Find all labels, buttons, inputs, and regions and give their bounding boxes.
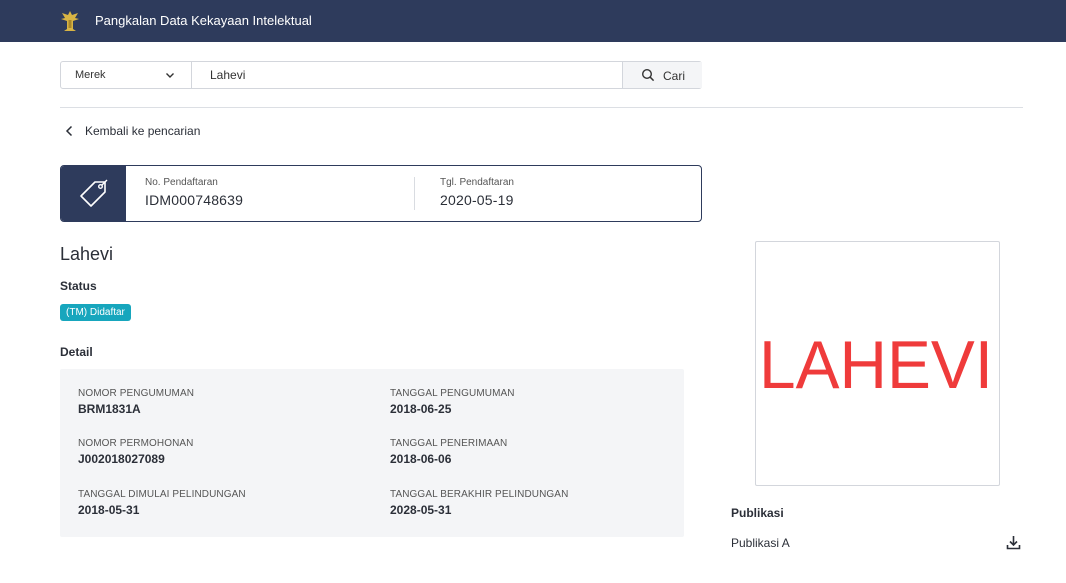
search-type-value: Merek [75,69,106,81]
trademark-logo: LAHEVI [759,327,993,403]
detail-key: TANGGAL DIMULAI PELINDUNGAN [78,489,246,500]
chevron-left-icon [65,125,73,137]
detail-item: TANGGAL DIMULAI PELINDUNGAN 2018-05-31 [78,489,246,517]
publication-label: Publikasi [731,506,784,520]
mark-name: Lahevi [60,244,114,264]
detail-panel: NOMOR PENGUMUMAN BRM1831A TANGGAL PENGUM… [60,369,684,537]
field-separator [414,177,415,210]
detail-item: TANGGAL BERAKHIR PELINDUNGAN 2028-05-31 [390,489,568,517]
status-badge: (TM) Didaftar [60,304,131,321]
detail-key: TANGGAL BERAKHIR PELINDUNGAN [390,489,569,500]
garuda-emblem-icon[interactable] [60,10,80,32]
registration-number-field: No. Pendaftaran IDM000748639 [145,177,243,208]
detail-value: J002018027089 [78,452,165,466]
detail-value: BRM1831A [78,402,141,416]
search-button[interactable]: Cari [622,62,702,88]
tag-icon-box [61,166,126,221]
detail-value: 2018-05-31 [78,503,140,517]
trademark-image[interactable]: LAHEVI [755,241,1000,486]
search-button-label: Cari [663,69,686,83]
registration-number-value: IDM000748639 [145,192,244,208]
registration-date-label: Tgl. Pendaftaran [440,177,514,188]
search-icon [641,68,655,82]
divider [60,107,1023,108]
publication-item[interactable]: Publikasi A [731,533,1023,553]
search-input[interactable] [193,62,622,88]
download-icon[interactable] [1005,534,1022,551]
detail-value: 2018-06-25 [390,402,452,416]
detail-value: 2018-06-06 [390,452,452,466]
trademark-logo-text: LAHEVI [759,327,993,403]
top-bar: Pangkalan Data Kekayaan Intelektual [0,0,1066,42]
search-bar: Merek Cari [60,61,702,89]
detail-item: NOMOR PERMOHONAN J002018027089 [78,438,194,466]
detail-item: NOMOR PENGUMUMAN BRM1831A [78,388,194,416]
app-title[interactable]: Pangkalan Data Kekayaan Intelektual [95,13,312,28]
detail-label: Detail [60,345,93,359]
registration-number-label: No. Pendaftaran [145,177,218,188]
publication-item-label: Publikasi A [731,536,790,550]
detail-item: TANGGAL PENGUMUMAN 2018-06-25 [390,388,515,416]
registration-date-field: Tgl. Pendaftaran 2020-05-19 [440,177,514,208]
tag-icon [80,179,108,207]
detail-value: 2028-05-31 [390,503,452,517]
registration-date-value: 2020-05-19 [440,192,514,208]
search-type-select[interactable]: Merek [61,62,192,88]
chevron-down-icon [166,73,174,78]
detail-key: TANGGAL PENERIMAAN [390,438,508,449]
back-link-label: Kembali ke pencarian [85,124,201,138]
detail-key: NOMOR PENGUMUMAN [78,388,195,399]
detail-key: NOMOR PERMOHONAN [78,438,194,449]
registration-card: No. Pendaftaran IDM000748639 Tgl. Pendaf… [60,165,702,222]
status-label: Status [60,279,97,293]
detail-item: TANGGAL PENERIMAAN 2018-06-06 [390,438,507,466]
detail-key: TANGGAL PENGUMUMAN [390,388,515,399]
